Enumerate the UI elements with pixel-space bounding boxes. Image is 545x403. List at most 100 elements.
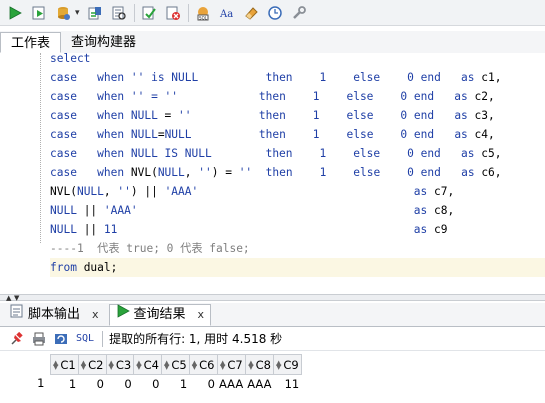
code-line[interactable]: NULL || 11 as c9 [50,220,545,239]
code-line[interactable]: from dual; [50,258,545,277]
code-token: when [97,90,125,103]
pin-icon[interactable] [8,330,26,348]
code-token: NVL( [124,166,158,179]
sort-icon[interactable]: ▲ ▼ [109,360,114,371]
table-cell[interactable]: 0 [189,375,217,393]
close-icon[interactable]: x [92,304,99,326]
sort-icon[interactable]: ▲ ▼ [248,360,253,371]
run-script-icon[interactable] [30,4,48,22]
close-icon[interactable]: x [198,304,205,326]
print-icon[interactable] [30,330,48,348]
column-header-c7[interactable]: ▲ ▼ C7 [216,354,246,375]
table-cell[interactable]: 0 [134,375,162,393]
sql-tuning-icon[interactable]: SQL [194,4,212,22]
code-line[interactable]: case when NVL(NULL, '') = '' then 1 else… [50,163,545,182]
table-cell[interactable]: 11 [274,375,302,393]
column-header-c8[interactable]: ▲ ▼ C8 [244,354,275,375]
row-number: 1 [37,376,45,391]
sort-icon[interactable]: ▲ ▼ [53,360,58,371]
sort-icon[interactable]: ▲ ▼ [220,360,225,371]
column-header-label: C2 [88,357,104,372]
chevron-down-icon[interactable]: ▾ [75,8,80,18]
column-header-c9[interactable]: ▲ ▼ C9 [273,354,302,375]
tab-worksheet[interactable]: 工作表 [0,32,62,53]
refresh-icon[interactable] [52,330,70,348]
code-line[interactable]: case when NULL IS NULL then 1 else 0 end… [50,144,545,163]
commit-icon[interactable] [54,4,72,22]
tab-query-result[interactable]: 查询结果 x [108,304,212,326]
table-row[interactable]: 1 1 0 0 0 1 0 AAA AAA 11 [0,375,301,393]
sort-icon[interactable]: ▲ ▼ [276,360,281,371]
tab-query-builder[interactable]: 查询构建器 [61,32,146,53]
code-token: c6, [474,166,502,179]
code-token: , [184,166,199,179]
column-header-c4[interactable]: ▲ ▼ C4 [133,354,162,375]
sql-code[interactable]: select case when '' is NULL then 1 else 0… [50,53,545,277]
tab-script-output-label: 脚本输出 [28,307,81,322]
column-header-c3[interactable]: ▲ ▼ C3 [105,354,135,375]
code-token: else [353,147,381,160]
code-line[interactable]: case when '' = '' then 1 else 0 end as c… [50,87,545,106]
eraser-icon[interactable] [242,4,260,22]
code-token: end [407,90,435,103]
code-line[interactable]: NVL(NULL, '') || 'AAA' as c7, [50,182,545,201]
table-cell[interactable]: AAA [217,375,245,393]
code-token: case [50,128,77,141]
tab-script-output[interactable]: 脚本输出 x [4,304,105,326]
code-line[interactable]: case when NULL = '' then 1 else 0 end as… [50,106,545,125]
sort-icon[interactable]: ▲ ▼ [164,360,169,371]
code-token: is NULL [151,71,199,84]
table-cell[interactable]: AAA [245,375,273,393]
code-line[interactable]: NULL || 'AAA' as c8, [50,201,545,220]
code-token: as [413,223,428,236]
column-header-c2[interactable]: ▲ ▼ C2 [77,354,107,375]
autotrace-icon[interactable] [86,4,104,22]
sort-icon[interactable]: ▲ ▼ [136,360,141,371]
column-header-label: C3 [115,357,132,372]
code-line[interactable]: case when '' is NULL then 1 else 0 end a… [50,68,545,87]
history-icon[interactable] [266,4,284,22]
code-line[interactable]: ----1 代表 true; 0 代表 false; [50,239,545,258]
sort-icon[interactable]: ▲ ▼ [81,360,86,371]
code-token: 'AAA' [103,204,138,217]
toolbar-separator [187,3,189,22]
column-header-label: C1 [60,357,76,372]
sql-button[interactable]: SQL [76,333,94,344]
collapse-down-icon[interactable]: ▼ [14,295,19,302]
grid-corner [0,354,51,375]
collapse-up-icon[interactable]: ▲ [6,295,11,302]
code-line[interactable]: select [50,53,545,68]
column-header-c6[interactable]: ▲ ▼ C6 [188,354,218,375]
code-line[interactable]: case when NULL=NULL then 1 else 0 end as… [50,125,545,144]
result-grid[interactable]: ▲ ▼ C1 ▲ ▼ C2 ▲ ▼ C3 ▲ ▼ C4 ▲ ▼ C5 ▲ ▼ C6 ▲ ▼ C7 ▲ ▼ C8 ▲ ▼ C9 110… [0,354,302,392]
commit-check-icon[interactable] [140,4,158,22]
column-header-c1[interactable]: ▲ ▼ C1 [50,354,79,375]
table-cell[interactable]: 1 [162,375,190,393]
sort-icon[interactable]: ▲ ▼ [192,360,197,371]
column-header-c5[interactable]: ▲ ▼ C5 [161,354,190,375]
wrench-icon[interactable] [290,4,308,22]
rollback-icon[interactable] [164,4,182,22]
pane-splitter[interactable]: ▲ ▼ [0,294,545,302]
explain-plan-icon[interactable] [110,4,128,22]
sql-editor[interactable]: select case when '' is NULL then 1 else 0… [0,53,545,294]
table-cell[interactable]: 1 [51,375,79,393]
table-cell[interactable]: 0 [106,375,134,393]
code-token: then [265,166,293,179]
code-token: '' [238,166,253,179]
format-case-icon[interactable]: Aa [218,4,236,22]
table-cell[interactable]: 0 [78,375,106,393]
run-statement-icon[interactable] [6,4,24,22]
code-token: when [97,147,125,160]
